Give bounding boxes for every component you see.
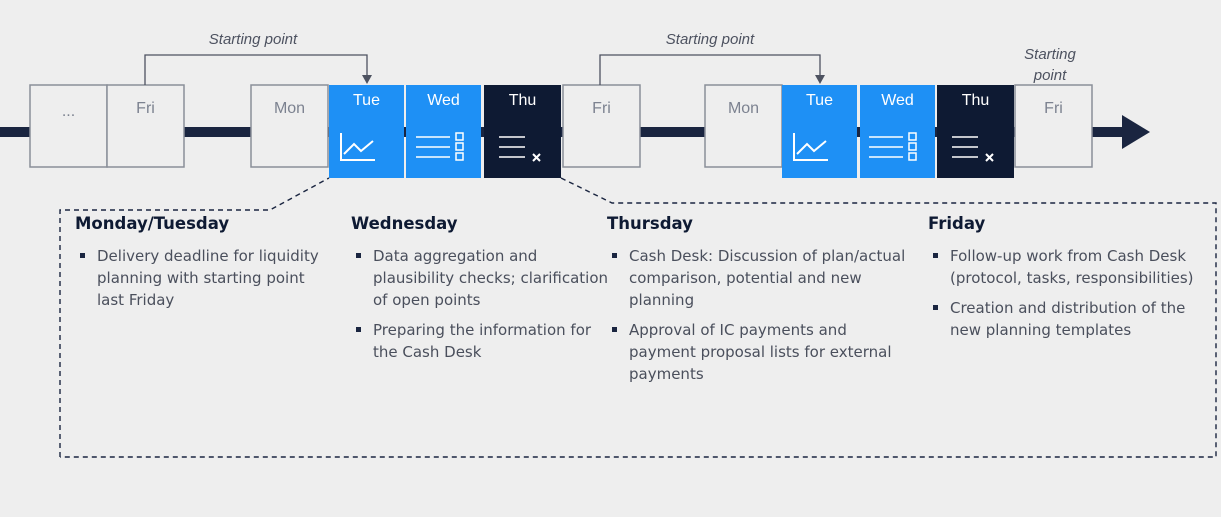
day-box-fri-2 — [562, 84, 641, 168]
list-item: Follow-up work from Cash Desk (protocol,… — [928, 245, 1208, 289]
day-label-mon-2: Mon — [727, 100, 760, 117]
day-label-tue-2: Tue — [806, 92, 833, 109]
day-label-fri-1: Fri — [136, 100, 155, 117]
starting-point-label-3b: point — [1033, 67, 1067, 84]
starting-point-label-1: Starting point — [208, 31, 298, 48]
column-friday: Friday Follow-up work from Cash Desk (pr… — [928, 214, 1208, 349]
day-label-tue-1: Tue — [353, 92, 380, 109]
column-title: Monday/Tuesday — [75, 214, 230, 233]
column-wednesday: Wednesday Data aggregation and plausibil… — [351, 214, 611, 371]
column-title: Wednesday — [351, 214, 458, 233]
day-box-ellipsis — [29, 84, 108, 168]
day-label-wed-1: Wed — [427, 92, 460, 109]
day-label-fri-3: Fri — [1044, 100, 1063, 117]
list-item: Data aggregation and plausibility checks… — [351, 245, 611, 311]
list-item: Approval of IC payments and payment prop… — [607, 319, 907, 385]
day-label-fri-2: Fri — [592, 100, 611, 117]
list-item: Preparing the information for the Cash D… — [351, 319, 611, 363]
starting-point-label-3a: Starting — [1024, 46, 1076, 63]
list-item: Creation and distribution of the new pla… — [928, 297, 1208, 341]
starting-point-label-2: Starting point — [665, 31, 755, 48]
day-box-mon-2 — [704, 84, 783, 168]
day-box-mon-1 — [250, 84, 329, 168]
timeline-arrow — [1122, 115, 1150, 149]
day-label-wed-2: Wed — [881, 92, 914, 109]
column-title: Friday — [928, 214, 986, 233]
day-label-mon-1: Mon — [273, 100, 306, 117]
starting-point-connector-1 — [144, 54, 368, 85]
day-label-ellipsis: ... — [61, 103, 76, 120]
bullet-list: Cash Desk: Discussion of plan/actual com… — [607, 245, 907, 385]
column-monday-tuesday: Monday/Tuesday Delivery deadline for liq… — [75, 214, 330, 319]
day-label-thu-1: Thu — [508, 92, 537, 109]
connector-arrowhead-icon — [815, 75, 825, 84]
connector-arrowhead-icon — [362, 75, 372, 84]
bullet-list: Follow-up work from Cash Desk (protocol,… — [928, 245, 1208, 341]
list-item: Cash Desk: Discussion of plan/actual com… — [607, 245, 907, 311]
day-label-thu-2: Thu — [961, 92, 990, 109]
starting-point-connector-2 — [599, 54, 821, 85]
column-thursday: Thursday Cash Desk: Discussion of plan/a… — [607, 214, 907, 393]
bullet-list: Delivery deadline for liquidity planning… — [75, 245, 330, 311]
day-box-fri-1 — [106, 84, 185, 168]
list-item: Delivery deadline for liquidity planning… — [75, 245, 330, 311]
bullet-list: Data aggregation and plausibility checks… — [351, 245, 611, 363]
day-box-fri-3 — [1014, 84, 1093, 168]
column-title: Thursday — [607, 214, 693, 233]
